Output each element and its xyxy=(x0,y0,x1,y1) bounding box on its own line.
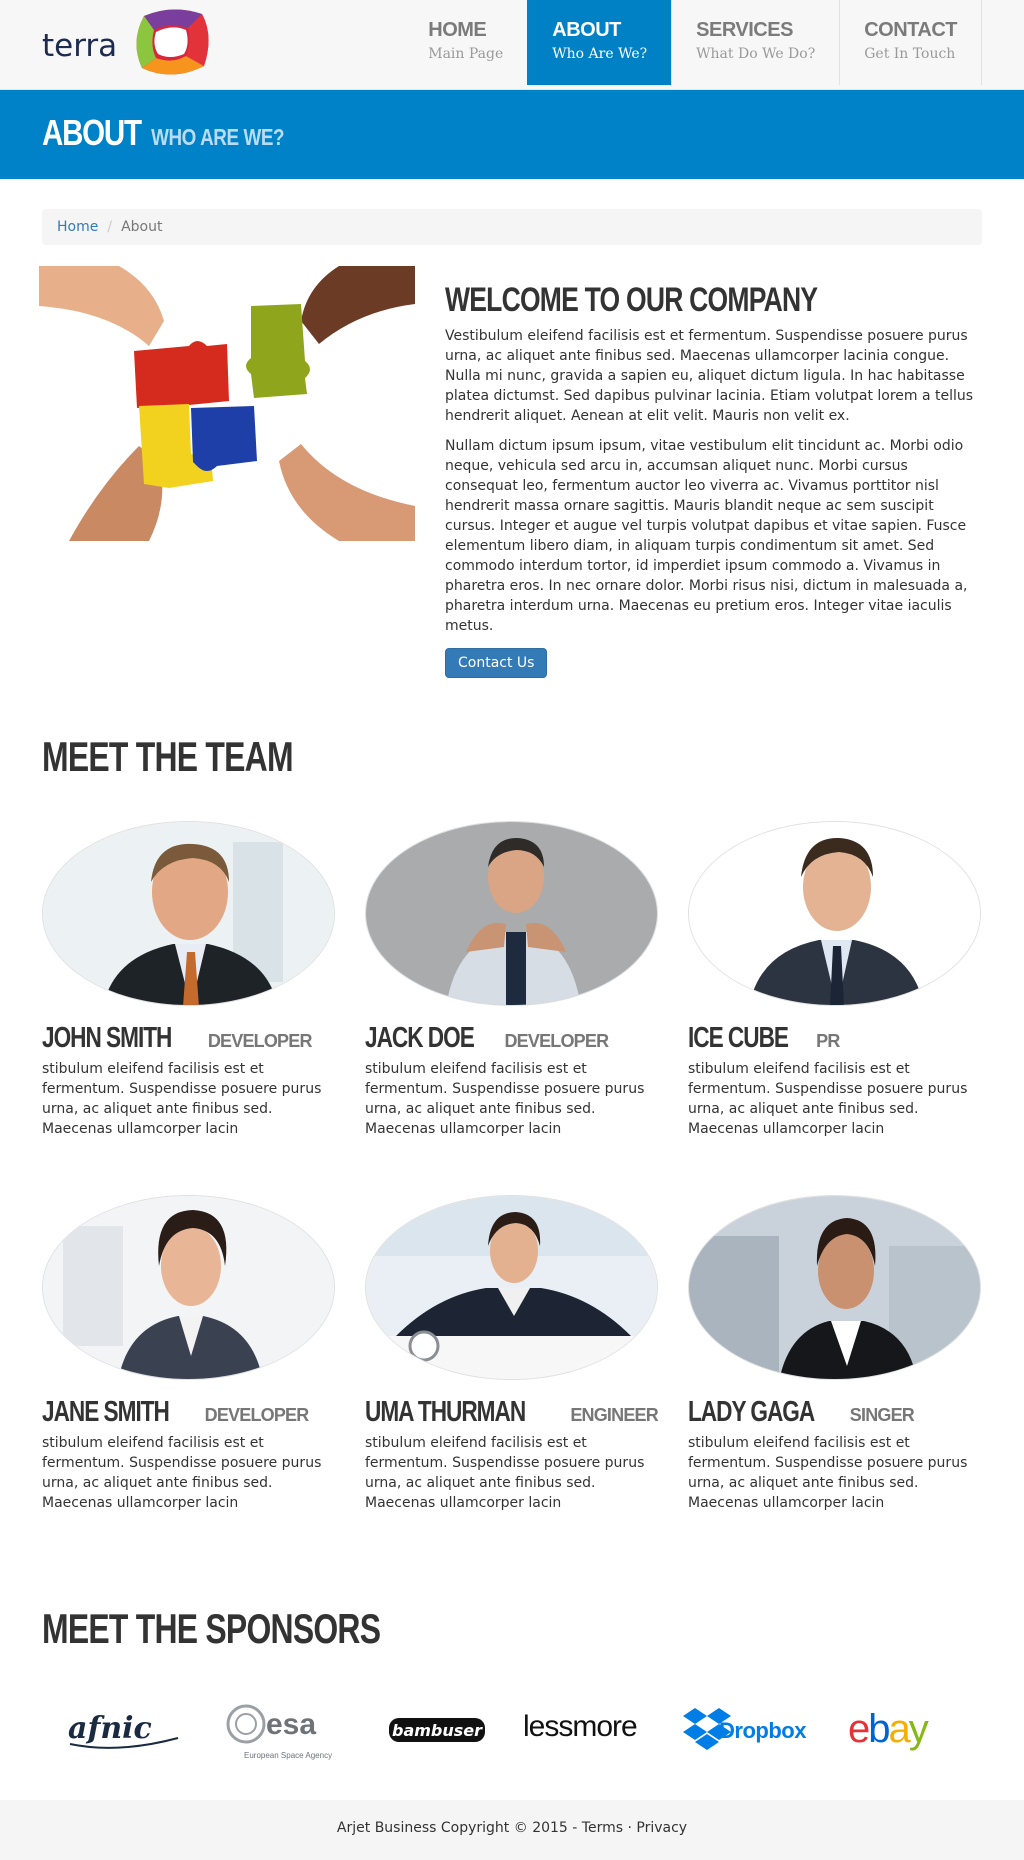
member-name-text: JANE SMITH xyxy=(42,1396,170,1428)
nav-home-title: HOME xyxy=(428,19,487,41)
nav-contact-title: CONTACT xyxy=(864,19,957,41)
nav-contact-sub: Get In Touch xyxy=(864,46,956,62)
sponsors-row: afnic esa European Space Agency bambuser… xyxy=(42,1683,982,1773)
ebay-text: ebay xyxy=(848,1707,929,1751)
footer-terms-link[interactable]: Terms xyxy=(582,1820,623,1836)
member-name: JACK DOE DEVELOPER xyxy=(365,1022,658,1055)
member-photo xyxy=(42,821,335,1006)
team-member: UMA THURMAN ENGINEER stibulum eleifend fa… xyxy=(365,1195,659,1569)
nav-services-title: SERVICES xyxy=(696,19,793,41)
member-role: DEVELOPER xyxy=(207,1031,313,1051)
breadcrumb-home-link[interactable]: Home xyxy=(57,219,98,235)
team-member: JOHN SMITH DEVELOPER stibulum eleifend fa… xyxy=(42,821,335,1195)
puzzle-hands-image xyxy=(39,266,415,541)
member-name: JANE SMITH DEVELOPER xyxy=(42,1396,335,1429)
welcome-title: WELCOME TO OUR COMPANY xyxy=(445,281,818,319)
nav-about-sub: Who Are We? xyxy=(552,46,648,62)
banner-title-main: ABOUT xyxy=(42,112,142,153)
member-name-text: JOHN SMITH xyxy=(42,1022,172,1054)
sponsor-afnic-logo[interactable]: afnic xyxy=(48,1688,198,1768)
about-paragraph-2: Nullam dictum ipsum ipsum, vitae vestibu… xyxy=(445,438,968,634)
banner-subtitle: WHO ARE WE? xyxy=(151,124,285,150)
site-footer: Arjet Business Copyright © 2015 - Terms … xyxy=(0,1800,1024,1860)
footer-privacy-link[interactable]: Privacy xyxy=(636,1820,687,1836)
team-member: ICE CUBE PR stibulum eleifend facilisis e… xyxy=(688,821,981,1195)
member-name: JOHN SMITH DEVELOPER xyxy=(42,1022,335,1055)
member-description: stibulum eleifend facilisis est et ferme… xyxy=(688,1061,968,1137)
member-description: stibulum eleifend facilisis est et ferme… xyxy=(42,1435,322,1511)
team-section-title: MEET THE TEAM xyxy=(42,733,294,780)
member-name-text: UMA THURMAN xyxy=(365,1396,526,1428)
esa-text: esa xyxy=(266,1708,316,1741)
member-photo xyxy=(688,1195,981,1380)
sponsor-bambuser-logo[interactable]: bambuser xyxy=(359,1688,509,1768)
page-title: ABOUT WHO ARE WE? xyxy=(42,112,285,154)
member-description: stibulum eleifend facilisis est et ferme… xyxy=(365,1061,645,1137)
dropbox-text: Dropbox xyxy=(719,1718,807,1743)
sponsor-esa-logo[interactable]: esa European Space Agency xyxy=(204,1688,354,1768)
site-header: terra HOME Main Page ABOUT Who Are We? S… xyxy=(0,0,1024,90)
lessmore-text: lessmore xyxy=(523,1710,637,1743)
nav-services-sub: What Do We Do? xyxy=(696,46,816,62)
footer-separator: · xyxy=(623,1820,637,1836)
bambuser-text: bambuser xyxy=(392,1721,483,1740)
member-role: ENGINEER xyxy=(570,1405,658,1425)
team-grid: JOHN SMITH DEVELOPER stibulum eleifend fa… xyxy=(42,821,982,1569)
nav-contact[interactable]: CONTACT Get In Touch xyxy=(839,0,982,85)
breadcrumb-separator: / xyxy=(107,219,113,235)
contact-us-button[interactable]: Contact Us xyxy=(445,648,548,678)
member-description: stibulum eleifend facilisis est et ferme… xyxy=(42,1061,322,1137)
breadcrumb-current: About xyxy=(121,219,163,235)
page-banner: ABOUT WHO ARE WE? xyxy=(0,90,1024,179)
terra-logo[interactable]: terra xyxy=(42,6,212,78)
nav-home[interactable]: HOME Main Page xyxy=(404,0,527,85)
sponsor-lessmore-logo[interactable]: lessmore xyxy=(515,1688,665,1768)
about-section: WELCOME TO OUR COMPANY Vestibulum eleife… xyxy=(39,266,982,678)
logo-text: terra xyxy=(42,28,118,64)
nav-services[interactable]: SERVICES What Do We Do? xyxy=(671,0,839,85)
member-role: DEVELOPER xyxy=(504,1031,609,1051)
main-nav: HOME Main Page ABOUT Who Are We? SERVICE… xyxy=(404,0,982,85)
esa-subtitle: European Space Agency xyxy=(244,1751,332,1760)
member-description: stibulum eleifend facilisis est et ferme… xyxy=(688,1435,968,1511)
main-content: Home / About WELCOME TO OUR COMPANY Vest… xyxy=(0,209,1024,1773)
logo-mark-icon xyxy=(136,9,209,75)
about-text: WELCOME TO OUR COMPANY Vestibulum eleife… xyxy=(445,266,982,678)
member-photo xyxy=(688,821,981,1006)
member-description: stibulum eleifend facilisis est et ferme… xyxy=(365,1435,645,1511)
team-member: JACK DOE DEVELOPER stibulum eleifend faci… xyxy=(365,821,658,1195)
nav-home-sub: Main Page xyxy=(428,46,504,62)
sponsor-dropbox-logo[interactable]: Dropbox xyxy=(670,1688,820,1768)
afnic-text: afnic xyxy=(68,1711,152,1746)
footer-copyright: Arjet Business Copyright © 2015 - xyxy=(336,1820,582,1836)
member-photo xyxy=(365,821,658,1006)
member-name: LADY GAGA SINGER xyxy=(688,1396,981,1429)
member-photo xyxy=(365,1195,658,1380)
nav-about[interactable]: ABOUT Who Are We? xyxy=(527,0,672,85)
member-name-text: JACK DOE xyxy=(365,1022,475,1054)
team-member: LADY GAGA SINGER stibulum eleifend facili… xyxy=(688,1195,981,1569)
member-name: UMA THURMAN ENGINEER xyxy=(365,1396,659,1429)
about-paragraph-1: Vestibulum eleifend facilisis est et fer… xyxy=(445,328,974,424)
breadcrumb: Home / About xyxy=(42,209,982,245)
member-name: ICE CUBE PR xyxy=(688,1022,981,1055)
sponsors-section-title: MEET THE SPONSORS xyxy=(42,1605,381,1652)
member-photo xyxy=(42,1195,335,1380)
member-role: DEVELOPER xyxy=(204,1405,310,1425)
member-name-text: ICE CUBE xyxy=(688,1022,789,1054)
member-name-text: LADY GAGA xyxy=(688,1396,815,1428)
member-role: SINGER xyxy=(849,1405,915,1425)
sponsor-ebay-logo[interactable]: ebay xyxy=(826,1688,976,1768)
member-role: PR xyxy=(816,1031,840,1051)
team-member: JANE SMITH DEVELOPER stibulum eleifend fa… xyxy=(42,1195,335,1569)
nav-about-title: ABOUT xyxy=(552,19,621,41)
